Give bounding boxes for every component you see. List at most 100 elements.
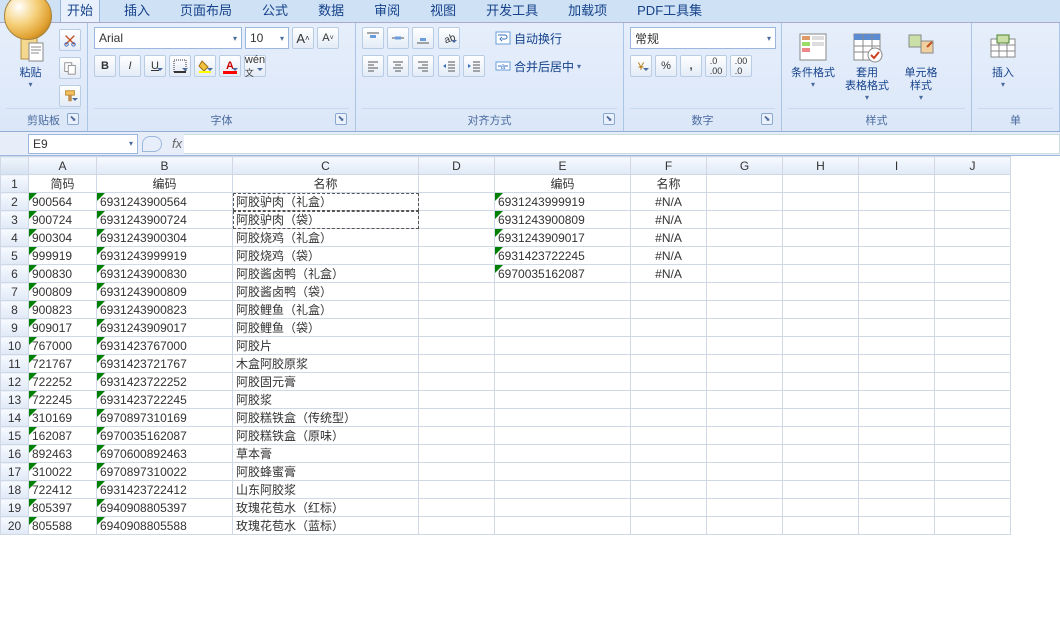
- row-header-9[interactable]: 9: [1, 319, 29, 337]
- cell[interactable]: [495, 337, 631, 355]
- cell[interactable]: [495, 409, 631, 427]
- bold-button[interactable]: B: [94, 55, 116, 77]
- cell[interactable]: 162087: [29, 427, 97, 445]
- font-size-select[interactable]: 10▾: [245, 27, 289, 49]
- cell[interactable]: 玫瑰花苞水（蓝标）: [233, 517, 419, 535]
- cell[interactable]: [935, 427, 1011, 445]
- row-header-13[interactable]: 13: [1, 391, 29, 409]
- cell[interactable]: #N/A: [631, 211, 707, 229]
- cell[interactable]: [859, 193, 935, 211]
- cell[interactable]: 编码: [495, 175, 631, 193]
- tab-layout[interactable]: 页面布局: [174, 0, 238, 22]
- cell[interactable]: [935, 463, 1011, 481]
- col-header-H[interactable]: H: [783, 157, 859, 175]
- cell[interactable]: 6931243999919: [97, 247, 233, 265]
- format-as-table-button[interactable]: 套用 表格格式▾: [842, 27, 892, 106]
- cell[interactable]: 310169: [29, 409, 97, 427]
- cell[interactable]: [631, 283, 707, 301]
- cell[interactable]: 6931243900724: [97, 211, 233, 229]
- cell[interactable]: 阿胶酱卤鸭（袋）: [233, 283, 419, 301]
- align-right-button[interactable]: [412, 55, 434, 77]
- cell[interactable]: [783, 409, 859, 427]
- cell[interactable]: [631, 517, 707, 535]
- col-header-D[interactable]: D: [419, 157, 495, 175]
- cell[interactable]: [859, 211, 935, 229]
- row-header-3[interactable]: 3: [1, 211, 29, 229]
- align-bottom-button[interactable]: [412, 27, 434, 49]
- cell[interactable]: 名称: [233, 175, 419, 193]
- cell[interactable]: 阿胶糕铁盒（原味）: [233, 427, 419, 445]
- cell[interactable]: [419, 193, 495, 211]
- cell[interactable]: [495, 445, 631, 463]
- cell[interactable]: [707, 319, 783, 337]
- cell[interactable]: 722412: [29, 481, 97, 499]
- cell[interactable]: 阿胶浆: [233, 391, 419, 409]
- cell[interactable]: 909017: [29, 319, 97, 337]
- row-header-17[interactable]: 17: [1, 463, 29, 481]
- row-header-14[interactable]: 14: [1, 409, 29, 427]
- cell[interactable]: [419, 427, 495, 445]
- cell[interactable]: 6931423722252: [97, 373, 233, 391]
- cell[interactable]: 6931423722412: [97, 481, 233, 499]
- cell[interactable]: [707, 481, 783, 499]
- cell[interactable]: [935, 193, 1011, 211]
- tab-addins[interactable]: 加载项: [562, 0, 613, 22]
- phonetic-button[interactable]: wén文: [244, 55, 266, 77]
- cell[interactable]: [419, 499, 495, 517]
- cell[interactable]: 阿胶酱卤鸭（礼盒）: [233, 265, 419, 283]
- cell[interactable]: [935, 247, 1011, 265]
- align-middle-button[interactable]: [387, 27, 409, 49]
- conditional-format-button[interactable]: 条件格式▾: [788, 27, 838, 93]
- cell[interactable]: [631, 355, 707, 373]
- cell[interactable]: 阿胶糕铁盒（传统型）: [233, 409, 419, 427]
- cell[interactable]: [495, 427, 631, 445]
- col-header-F[interactable]: F: [631, 157, 707, 175]
- cell[interactable]: 900823: [29, 301, 97, 319]
- cell[interactable]: [631, 445, 707, 463]
- cell[interactable]: 900830: [29, 265, 97, 283]
- cell[interactable]: 6931243900823: [97, 301, 233, 319]
- cell[interactable]: [707, 193, 783, 211]
- cell[interactable]: [419, 481, 495, 499]
- cell[interactable]: [495, 391, 631, 409]
- cell[interactable]: [935, 355, 1011, 373]
- cell[interactable]: [419, 517, 495, 535]
- col-header-B[interactable]: B: [97, 157, 233, 175]
- cell[interactable]: #N/A: [631, 229, 707, 247]
- col-header-E[interactable]: E: [495, 157, 631, 175]
- cell[interactable]: [419, 463, 495, 481]
- cell[interactable]: [935, 373, 1011, 391]
- cell[interactable]: [707, 283, 783, 301]
- cell[interactable]: [495, 463, 631, 481]
- cell[interactable]: [631, 337, 707, 355]
- cell[interactable]: [783, 319, 859, 337]
- col-header-I[interactable]: I: [859, 157, 935, 175]
- cell[interactable]: [935, 445, 1011, 463]
- cell[interactable]: [783, 391, 859, 409]
- cell[interactable]: [859, 463, 935, 481]
- cell[interactable]: [631, 427, 707, 445]
- tab-review[interactable]: 审阅: [368, 0, 406, 22]
- cell[interactable]: [707, 391, 783, 409]
- cell[interactable]: [935, 175, 1011, 193]
- insert-cells-button[interactable]: 插入▾: [978, 27, 1028, 93]
- cell[interactable]: [859, 283, 935, 301]
- cell[interactable]: [783, 499, 859, 517]
- cell[interactable]: 6931243900304: [97, 229, 233, 247]
- row-header-8[interactable]: 8: [1, 301, 29, 319]
- row-header-18[interactable]: 18: [1, 481, 29, 499]
- cell[interactable]: 6931423767000: [97, 337, 233, 355]
- cell[interactable]: [783, 265, 859, 283]
- increase-decimal-button[interactable]: .0.00: [705, 55, 727, 77]
- cell[interactable]: [935, 211, 1011, 229]
- cell[interactable]: [935, 499, 1011, 517]
- cell[interactable]: 892463: [29, 445, 97, 463]
- select-all-corner[interactable]: [1, 157, 29, 175]
- cell[interactable]: 900724: [29, 211, 97, 229]
- col-header-G[interactable]: G: [707, 157, 783, 175]
- cell[interactable]: [935, 517, 1011, 535]
- align-left-button[interactable]: [362, 55, 384, 77]
- cell[interactable]: [859, 481, 935, 499]
- row-header-15[interactable]: 15: [1, 427, 29, 445]
- cell[interactable]: 805397: [29, 499, 97, 517]
